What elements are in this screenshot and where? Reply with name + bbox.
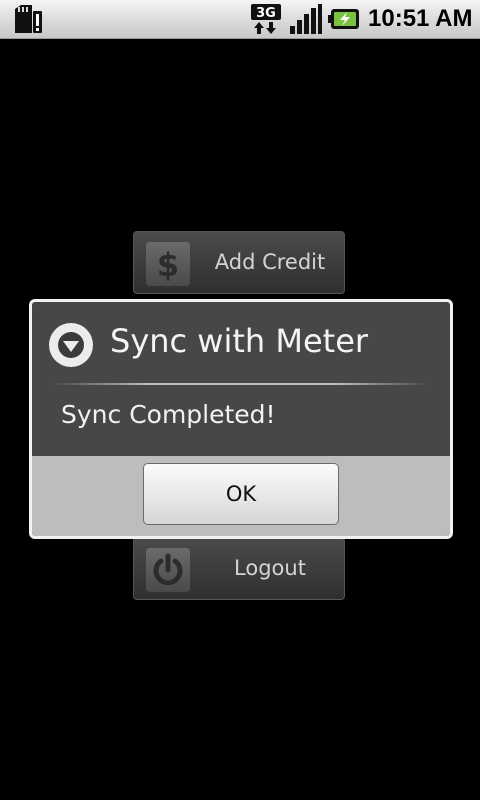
status-clock: 10:51 AM	[368, 5, 473, 32]
ok-button[interactable]: OK	[143, 463, 339, 525]
battery-charging-icon	[328, 9, 359, 29]
power-icon	[146, 548, 190, 592]
add-credit-label: Add Credit	[214, 250, 326, 274]
logout-button[interactable]: Logout	[133, 537, 345, 600]
dialog-divider	[52, 383, 430, 385]
network-3g-icon: 3G	[251, 4, 281, 34]
dialog-header: Sync with Meter	[32, 302, 450, 384]
dialog-message: Sync Completed!	[61, 400, 276, 429]
dollar-icon: $	[146, 242, 190, 286]
svg-text:$: $	[157, 246, 179, 284]
status-bar: 3G 10:51 AM	[0, 0, 480, 39]
dialog-title: Sync with Meter	[110, 322, 369, 360]
add-credit-button[interactable]: $ Add Credit	[133, 231, 345, 294]
signal-strength-icon	[290, 4, 322, 34]
app-screen: 3G 10:51 AM $ Add Credit Logout Sync wit…	[0, 0, 480, 800]
sd-card-warning-icon	[15, 5, 42, 33]
dialog-footer: OK	[32, 456, 450, 536]
sync-dialog: Sync with Meter Sync Completed! OK	[29, 299, 453, 539]
network-type-label: 3G	[256, 6, 276, 21]
chevron-down-circle-icon	[49, 323, 93, 367]
logout-label: Logout	[234, 556, 306, 580]
